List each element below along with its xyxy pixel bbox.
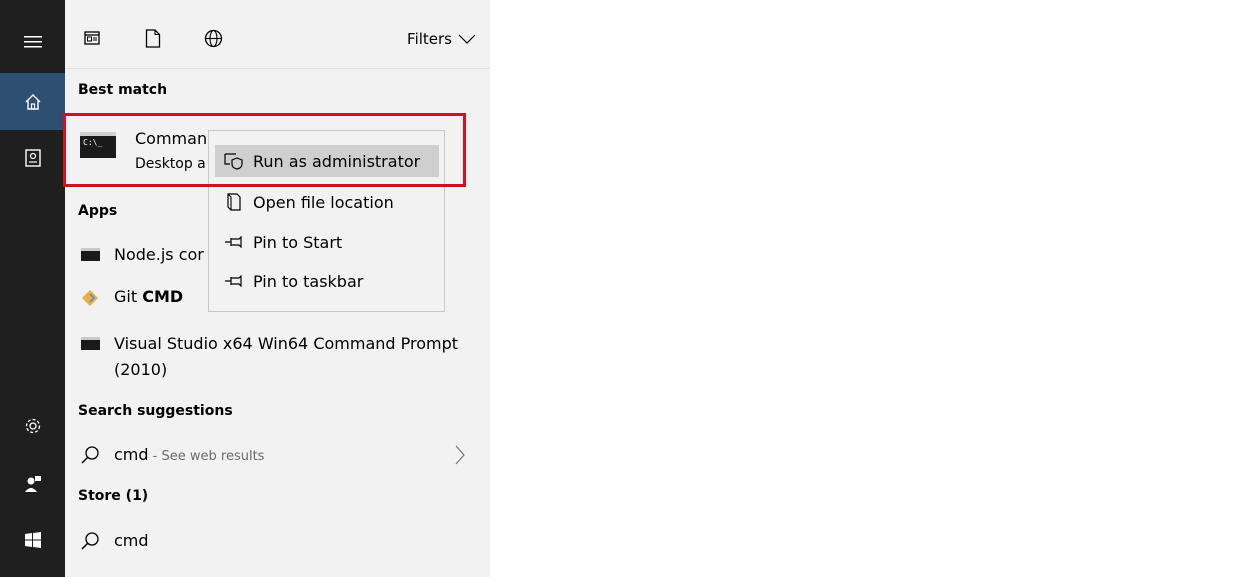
- document-icon: [145, 29, 161, 48]
- filters-dropdown[interactable]: Filters: [407, 30, 476, 48]
- apps-filter-button[interactable]: [84, 30, 100, 50]
- home-button[interactable]: [0, 73, 65, 130]
- open-file-location-item[interactable]: Open file location: [215, 186, 439, 218]
- context-menu: Run as administrator Open file location …: [208, 130, 445, 312]
- home-icon: [25, 93, 40, 110]
- hamburger-icon: [23, 36, 42, 48]
- suggestion-text: cmd - See web results: [114, 445, 264, 464]
- store-search-result[interactable]: cmd: [65, 522, 490, 560]
- start-rail: [0, 0, 65, 577]
- pin-to-taskbar-item[interactable]: Pin to taskbar: [215, 265, 439, 297]
- store-query: cmd: [114, 531, 149, 550]
- search-icon: [81, 446, 99, 464]
- console-icon: [81, 248, 100, 261]
- git-icon: [82, 290, 98, 306]
- suggestion-hint: - See web results: [148, 449, 265, 464]
- settings-button[interactable]: [0, 404, 65, 448]
- run-as-administrator-item[interactable]: Run as administrator: [215, 145, 439, 177]
- apps-heading: Apps: [78, 203, 118, 219]
- hamburger-menu-button[interactable]: [0, 20, 65, 64]
- web-filter-button[interactable]: [204, 29, 223, 52]
- git-label-bold: CMD: [142, 287, 184, 306]
- feedback-button[interactable]: [0, 462, 65, 506]
- app-result-label-line1: Visual Studio x64 Win64 Command Prompt: [114, 334, 459, 353]
- start-button[interactable]: [0, 518, 65, 562]
- documents-filter-button[interactable]: [145, 29, 161, 52]
- chevron-down-icon: [458, 34, 476, 44]
- app-result-visual-studio-prompt[interactable]: Visual Studio x64 Win64 Command Prompt (…: [65, 326, 490, 382]
- search-suggestions-heading: Search suggestions: [78, 403, 233, 419]
- menu-item-label: Pin to Start: [253, 232, 343, 252]
- git-label-prefix: Git: [114, 287, 143, 306]
- suggestion-query: cmd: [114, 445, 149, 464]
- notebook-icon: [24, 148, 41, 167]
- pin-icon: [225, 275, 242, 287]
- app-result-label-line2: (2010): [114, 360, 168, 379]
- app-window-icon: [84, 31, 100, 45]
- notebook-button[interactable]: [0, 135, 65, 180]
- pin-to-start-item[interactable]: Pin to Start: [215, 226, 439, 258]
- gear-icon: [25, 418, 40, 434]
- search-icon: [81, 532, 99, 550]
- chevron-right-icon[interactable]: [455, 445, 465, 465]
- store-heading: Store (1): [78, 488, 149, 504]
- filters-label: Filters: [407, 30, 452, 48]
- best-match-heading: Best match: [78, 82, 168, 98]
- app-result-label: Node.js cor: [114, 245, 204, 264]
- menu-item-label: Pin to taskbar: [253, 271, 364, 291]
- shield-run-icon: [224, 153, 243, 170]
- search-filter-bar: Filters: [65, 0, 490, 69]
- feedback-icon: [24, 476, 41, 492]
- globe-icon: [204, 29, 223, 48]
- app-result-label: Git CMD: [114, 287, 183, 306]
- windows-logo-icon: [24, 532, 41, 548]
- command-prompt-icon: C:\_: [80, 132, 116, 158]
- folder-location-icon: [227, 193, 241, 211]
- best-match-subtitle: Desktop a: [135, 156, 206, 172]
- web-search-suggestion[interactable]: cmd - See web results: [65, 436, 490, 474]
- best-match-title: Comman: [135, 129, 208, 148]
- pin-icon: [225, 236, 242, 248]
- console-icon: [81, 337, 100, 350]
- menu-item-label: Open file location: [253, 192, 394, 212]
- menu-item-label: Run as administrator: [253, 151, 421, 171]
